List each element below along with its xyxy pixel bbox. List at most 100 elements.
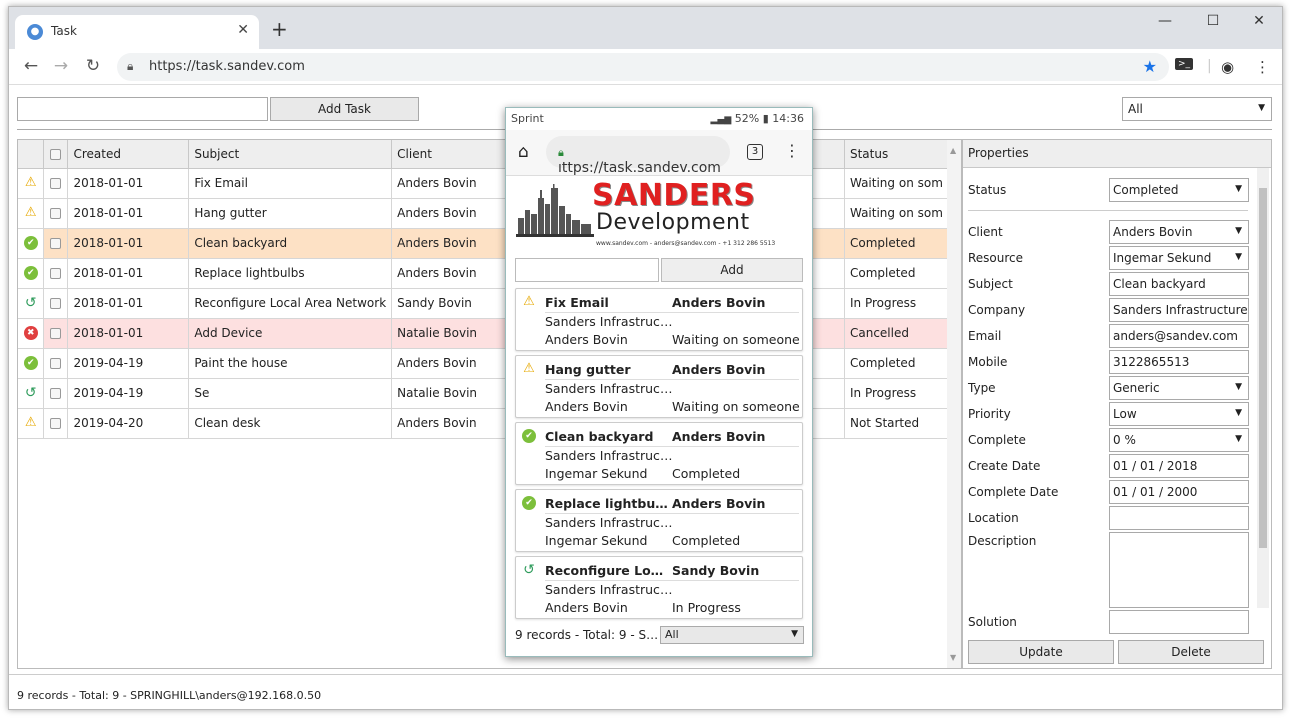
- new-tab-button[interactable]: +: [271, 19, 288, 39]
- profile-icon[interactable]: ◉: [1221, 58, 1234, 76]
- icon-column-header: [18, 140, 45, 169]
- prop-mobile-field[interactable]: 3122865513: [1109, 350, 1249, 374]
- row-checkbox[interactable]: [50, 328, 62, 339]
- browser-tab[interactable]: ● Task ✕: [15, 15, 259, 49]
- prop-company-field[interactable]: Sanders Infrastructure: [1109, 298, 1249, 322]
- grid-scrollbar[interactable]: ▲ ▼: [947, 140, 961, 668]
- table-row[interactable]: ↺ 2019-04-19 Se Natalie Bovin In Progress: [18, 378, 956, 409]
- row-checkbox[interactable]: [50, 358, 62, 369]
- delete-button[interactable]: Delete: [1118, 640, 1264, 664]
- phone-tab-count[interactable]: 3: [747, 144, 763, 160]
- prop-type-value: Generic: [1113, 381, 1160, 395]
- prop-resource-select[interactable]: Ingemar Sekund ▼: [1109, 246, 1249, 270]
- toolbar-divider: |: [1207, 58, 1212, 74]
- phone-new-task-input[interactable]: [515, 258, 659, 282]
- row-select-cell[interactable]: [43, 198, 69, 229]
- forward-icon[interactable]: →: [49, 57, 73, 75]
- row-checkbox[interactable]: [50, 178, 62, 189]
- bookmark-star-icon[interactable]: ★: [1143, 57, 1157, 76]
- prop-priority-select[interactable]: Low ▼: [1109, 402, 1249, 426]
- row-checkbox[interactable]: [50, 268, 62, 279]
- task-card[interactable]: ↺ Reconfigure Local Area NetworkSandy Bov…: [515, 556, 803, 619]
- update-button[interactable]: Update: [968, 640, 1114, 664]
- task-filter-select[interactable]: All ▼: [1122, 97, 1272, 121]
- card-client: Anders Bovin: [672, 496, 766, 511]
- phone-menu-icon[interactable]: ⋮: [784, 141, 800, 160]
- minimize-icon[interactable]: —: [1145, 13, 1185, 29]
- task-card[interactable]: ✔ Replace lightbulbs Anders Bovin Sanders I…: [515, 489, 803, 552]
- home-icon[interactable]: ⌂: [518, 142, 529, 162]
- phone-filter-select[interactable]: All ▼: [660, 626, 804, 644]
- status-bar: 9 records - Total: 9 - SPRINGHILL\anders…: [9, 674, 1282, 709]
- table-row[interactable]: ⚠ 2018-01-01 Hang gutter Anders Bovin Waitin…: [18, 198, 956, 229]
- task-card[interactable]: ⚠ Hang gutter Anders Bovin Sanders Infrastr…: [515, 355, 803, 418]
- row-select-cell[interactable]: [43, 288, 69, 319]
- row-select-cell[interactable]: [43, 408, 69, 439]
- task-card[interactable]: ✔ Clean backyard Anders Bovin Sanders Infra…: [515, 422, 803, 485]
- chevron-down-icon: ▼: [1235, 226, 1242, 236]
- table-row[interactable]: ⚠ 2019-04-20 Clean desk Anders Bovin Not Sta…: [18, 408, 956, 439]
- cell-created: 2018-01-01: [67, 168, 190, 199]
- phone-status-bar: Sprint ▂▄▆ 52% ▮ 14:36: [506, 108, 812, 130]
- phone-add-button[interactable]: Add: [661, 258, 803, 282]
- lock-icon: 🔒︎: [127, 59, 134, 73]
- back-icon[interactable]: ←: [19, 57, 43, 75]
- row-checkbox[interactable]: [50, 388, 62, 399]
- phone-lock-icon: 🔒︎: [558, 146, 564, 159]
- row-checkbox[interactable]: [50, 298, 62, 309]
- scroll-down-icon[interactable]: ▼: [950, 653, 956, 662]
- card-subject: Hang gutter: [545, 362, 631, 377]
- browser-menu-icon[interactable]: ⋮: [1255, 58, 1270, 76]
- add-task-button[interactable]: Add Task: [270, 97, 419, 121]
- prop-label-description: Description: [968, 534, 1037, 548]
- new-task-input[interactable]: [17, 97, 268, 121]
- cell-created: 2018-01-01: [67, 288, 190, 319]
- prop-type-select[interactable]: Generic ▼: [1109, 376, 1249, 400]
- table-row[interactable]: ⚠ 2018-01-01 Fix Email Anders Bovin Waiting …: [18, 168, 956, 199]
- prop-label-location: Location: [968, 511, 1019, 525]
- maximize-icon[interactable]: ☐: [1193, 13, 1233, 29]
- prop-status-select[interactable]: Completed ▼: [1109, 178, 1249, 202]
- row-select-cell[interactable]: [43, 378, 69, 409]
- reload-icon[interactable]: ↻: [81, 57, 105, 75]
- address-bar[interactable]: 🔒︎ https://task.sandev.com ★: [117, 53, 1169, 81]
- column-header-subject[interactable]: Subject: [188, 140, 393, 169]
- terminal-extension-icon[interactable]: >_: [1175, 58, 1194, 70]
- row-select-cell[interactable]: [43, 348, 69, 379]
- phone-address-bar[interactable]: 🔒︎ ıttps://task.sandev.com: [546, 136, 730, 176]
- prop-email-field[interactable]: anders@sandev.com: [1109, 324, 1249, 348]
- prop-complete-date-field[interactable]: 01 / 01 / 2000: [1109, 480, 1249, 504]
- row-select-cell[interactable]: [43, 168, 69, 199]
- row-checkbox[interactable]: [50, 418, 62, 429]
- select-all-checkbox[interactable]: [50, 148, 62, 160]
- prop-client-select[interactable]: Anders Bovin ▼: [1109, 220, 1249, 244]
- properties-scrollbar[interactable]: [1257, 168, 1269, 608]
- card-subject: Clean backyard: [545, 429, 654, 444]
- prop-solution-field[interactable]: [1109, 610, 1249, 634]
- table-row[interactable]: ✔ 2019-04-19 Paint the house Anders Bovin Co…: [18, 348, 956, 379]
- prop-subject-field[interactable]: Clean backyard: [1109, 272, 1249, 296]
- scroll-up-icon[interactable]: ▲: [950, 146, 956, 155]
- table-row[interactable]: ✖ 2018-01-01 Add Device Natalie Bovin Cancel…: [18, 318, 956, 349]
- row-select-cell[interactable]: [43, 228, 69, 259]
- table-row[interactable]: ✔ 2018-01-01 Clean backyard Anders Bovin Com…: [18, 228, 956, 259]
- prop-complete-date-value: 01 / 01 / 2000: [1113, 485, 1198, 499]
- row-checkbox[interactable]: [50, 238, 62, 249]
- row-checkbox[interactable]: [50, 208, 62, 219]
- table-row[interactable]: ✔ 2018-01-01 Replace lightbulbs Anders Bovi…: [18, 258, 956, 289]
- window-close-icon[interactable]: ✕: [1239, 13, 1279, 29]
- prop-location-field[interactable]: [1109, 506, 1249, 530]
- column-header-status[interactable]: Status: [844, 140, 956, 169]
- properties-scroll-thumb[interactable]: [1259, 188, 1267, 548]
- row-select-cell[interactable]: [43, 258, 69, 289]
- row-select-cell[interactable]: [43, 318, 69, 349]
- prop-create-date-field[interactable]: 01 / 01 / 2018: [1109, 454, 1249, 478]
- table-row[interactable]: ↺ 2018-01-01 Reconfigure Local Area Networ…: [18, 288, 956, 319]
- prop-description-field[interactable]: [1109, 532, 1249, 608]
- prop-complete-select[interactable]: 0 % ▼: [1109, 428, 1249, 452]
- tab-close-icon[interactable]: ✕: [237, 22, 249, 38]
- task-card[interactable]: ⚠ Fix Email Anders Bovin Sanders Infrastruc…: [515, 288, 803, 351]
- column-header-created[interactable]: Created: [67, 140, 190, 169]
- select-all-header[interactable]: [43, 140, 69, 169]
- card-company: Sanders Infrastructure: [545, 448, 673, 463]
